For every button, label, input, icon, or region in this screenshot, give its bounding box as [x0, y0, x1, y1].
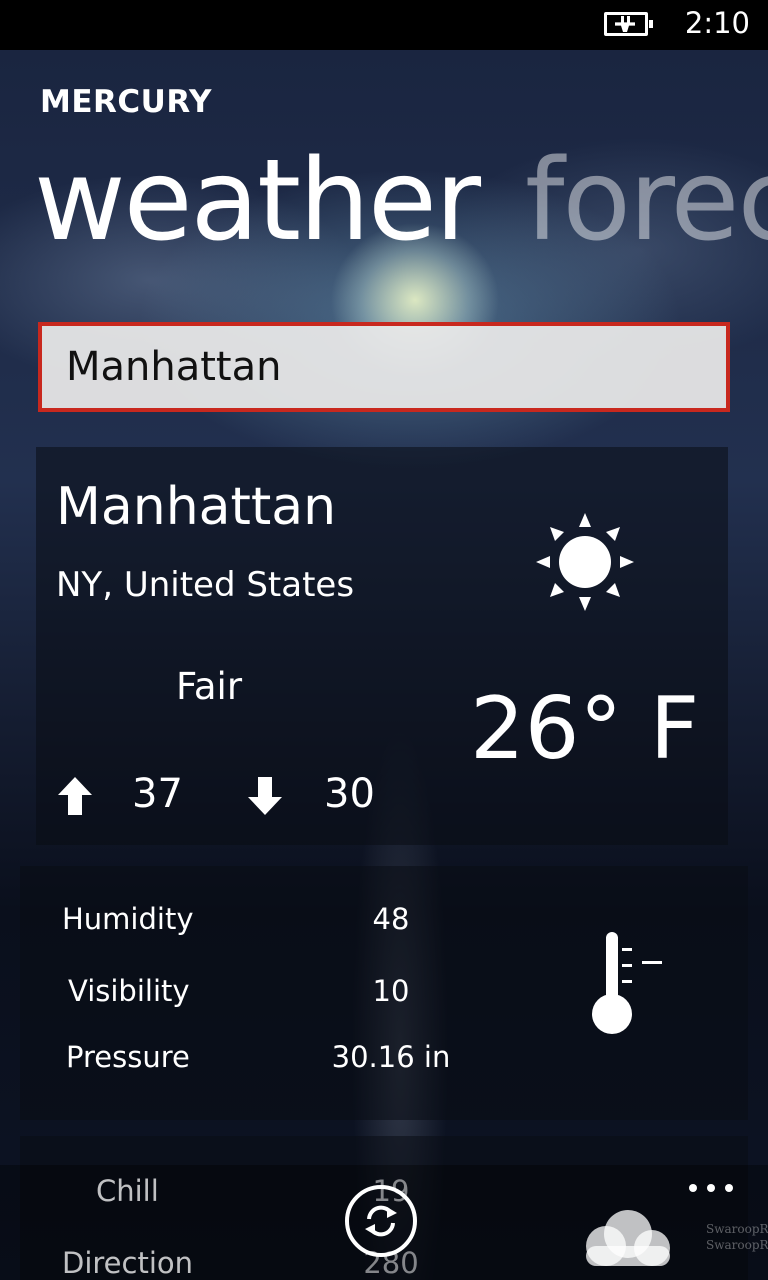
region-name: NY, United States — [56, 565, 355, 605]
refresh-icon — [365, 1205, 397, 1237]
more-dot-icon — [707, 1184, 715, 1192]
humidity-value: 48 — [372, 902, 410, 936]
thermometer-icon — [592, 932, 662, 1034]
more-dot-icon — [689, 1184, 697, 1192]
more-options-button[interactable] — [683, 1176, 739, 1202]
visibility-label: Visibility — [68, 974, 190, 1008]
status-time: 2:10 — [684, 6, 750, 40]
battery-charging-icon — [604, 12, 653, 36]
refresh-button[interactable] — [345, 1185, 417, 1257]
search-input[interactable] — [42, 326, 726, 408]
arrow-down-icon — [248, 777, 282, 815]
arrow-up-icon — [58, 777, 92, 815]
sun-icon — [536, 513, 634, 611]
pressure-value: 30.16 in — [331, 1040, 451, 1074]
humidity-label: Humidity — [62, 902, 194, 936]
details-card: Humidity 48 Visibility 10 Pressure 30.16… — [20, 866, 748, 1120]
pivot-tab-forecast[interactable]: foreca — [525, 136, 768, 266]
city-name: Manhattan — [56, 477, 337, 537]
current-conditions-card: Manhattan NY, United States Fair 26° F 3… — [36, 447, 728, 845]
condition-text: Fair — [176, 665, 243, 708]
pivot-header: weather foreca — [34, 139, 768, 263]
visibility-value: 10 — [372, 974, 410, 1008]
low-temperature: 30 — [324, 771, 375, 817]
search-box[interactable] — [38, 322, 730, 412]
more-dot-icon — [725, 1184, 733, 1192]
status-bar: 2:10 — [0, 0, 768, 50]
temperature: 26° F — [470, 679, 700, 779]
high-temperature: 37 — [132, 771, 183, 817]
pivot-tab-weather[interactable]: weather — [34, 136, 481, 266]
pressure-label: Pressure — [66, 1040, 190, 1074]
app-title: MERCURY — [40, 84, 212, 120]
